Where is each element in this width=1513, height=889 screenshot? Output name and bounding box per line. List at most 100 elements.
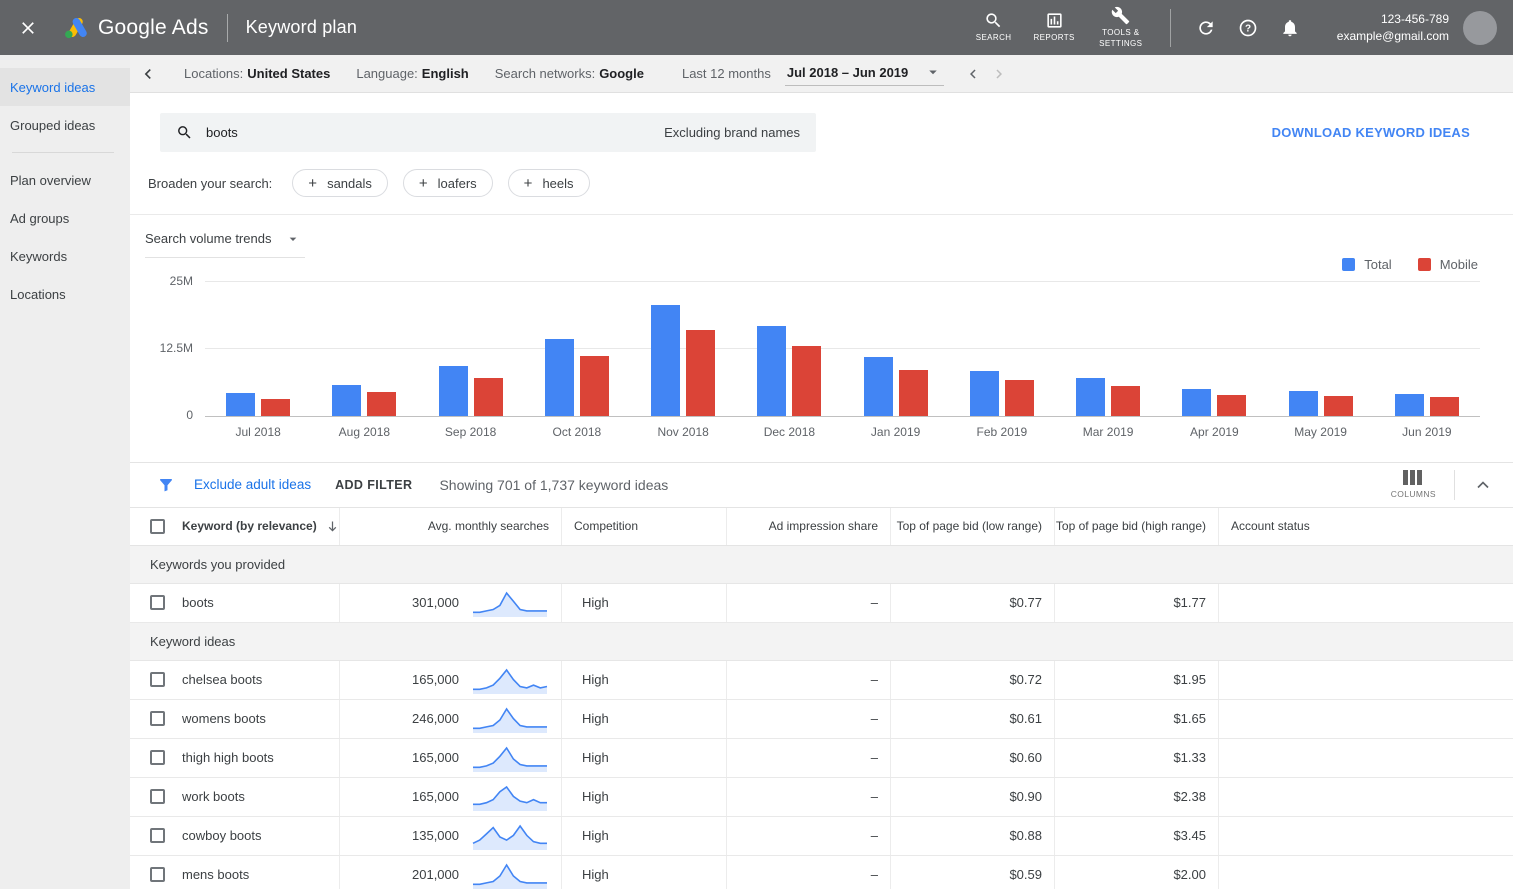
column-header-account-status[interactable]: Account status: [1219, 508, 1513, 545]
notifications-bell-icon[interactable]: [1280, 18, 1300, 38]
row-checkbox[interactable]: [150, 750, 165, 765]
avg-monthly-searches-cell: 165,000: [340, 660, 562, 699]
keyword-search-input[interactable]: boots Excluding brand names: [160, 113, 816, 152]
x-axis-tick: Jan 2019: [870, 424, 921, 439]
columns-label: COLUMNS: [1390, 489, 1436, 499]
date-range-dropdown[interactable]: Jul 2018 – Jun 2019: [784, 61, 945, 86]
bar-pair: [1182, 281, 1247, 416]
tools-nav-button[interactable]: TOOLS & SETTINGS: [1097, 6, 1145, 49]
keyword-text: chelsea boots: [182, 672, 263, 687]
sidebar-item-keyword-ideas[interactable]: Keyword ideas: [0, 68, 130, 106]
table-section-keyword-ideas: Keyword ideas: [130, 622, 1513, 661]
ad-impression-share-cell: –: [727, 660, 891, 699]
column-header-avg-monthly-searches[interactable]: Avg. monthly searches: [340, 507, 562, 545]
help-icon[interactable]: ?: [1238, 18, 1258, 38]
date-pager: [960, 65, 1012, 83]
legend-label: Total: [1364, 257, 1392, 272]
reports-nav-button[interactable]: REPORTS: [1033, 11, 1074, 43]
broaden-chip-heels[interactable]: + heels: [507, 169, 590, 197]
sidebar-item-keywords[interactable]: Keywords: [0, 237, 130, 275]
download-keyword-ideas-button[interactable]: DOWNLOAD KEYWORD IDEAS: [1272, 125, 1470, 140]
x-axis-tick: Jun 2019: [1402, 424, 1452, 439]
chart-legend: Total Mobile: [1316, 257, 1478, 272]
top-bid-low-cell: $0.59: [891, 855, 1055, 889]
avg-monthly-searches-value: 165,000: [412, 750, 459, 765]
select-all-checkbox[interactable]: [150, 518, 165, 534]
search-volume-trends-section: Search volume trends Total Mobile 25M 12.5…: [130, 215, 1513, 439]
row-checkbox[interactable]: [150, 867, 165, 882]
table-row-chelsea-boots: chelsea boots 165,000 High – $0.72 $1.95: [130, 660, 1513, 700]
top-bid-low-cell: $0.72: [891, 660, 1055, 699]
plus-icon: +: [418, 174, 428, 192]
bar-mobile: [579, 355, 609, 416]
chart-title-dropdown[interactable]: Search volume trends: [145, 231, 306, 258]
sidebar-item-ad-groups[interactable]: Ad groups: [0, 199, 130, 237]
column-header-top-of-page-bid-high-range[interactable]: Top of page bid (high range): [1055, 507, 1219, 545]
row-checkbox[interactable]: [150, 789, 165, 804]
chip-label: heels: [542, 175, 574, 191]
bar-pair: [226, 281, 291, 416]
row-checkbox[interactable]: [150, 672, 165, 687]
networks-setting[interactable]: Search networks: Google: [495, 66, 644, 81]
x-axis-tick: Oct 2018: [552, 424, 602, 439]
sidebar-item-grouped-ideas[interactable]: Grouped ideas: [0, 106, 130, 144]
top-bid-high-cell: $3.45: [1055, 816, 1219, 855]
close-icon[interactable]: [18, 18, 38, 38]
x-axis-tick: Jul 2018: [235, 424, 281, 439]
refresh-icon[interactable]: [1196, 18, 1216, 38]
ad-impression-share-cell: –: [727, 777, 891, 816]
chart-month-mar-2019: Mar 2019: [1076, 281, 1141, 439]
legend-label: Mobile: [1439, 257, 1478, 272]
column-header-ad-impression-share[interactable]: Ad impression share: [727, 507, 891, 545]
collapse-panel-icon[interactable]: [138, 64, 158, 84]
collapse-table-icon[interactable]: [1473, 475, 1493, 495]
language-setting[interactable]: Language: English: [356, 66, 468, 81]
ad-impression-share-cell: –: [727, 738, 891, 777]
keyword-text: work boots: [182, 789, 245, 804]
column-header-keyword-by-relevance[interactable]: Keyword (by relevance): [130, 507, 340, 545]
search-nav-label: SEARCH: [975, 33, 1012, 43]
x-axis-tick: May 2019: [1294, 424, 1347, 439]
next-period-icon[interactable]: [990, 65, 1008, 83]
sidebar-item-locations[interactable]: Locations: [0, 275, 130, 313]
chevron-down-icon: [929, 70, 938, 75]
avg-monthly-searches-value: 165,000: [412, 672, 459, 687]
sparkline-chart: [473, 707, 547, 733]
bar-total: [438, 365, 468, 416]
account-status-cell: [1219, 661, 1513, 699]
account-status-cell: [1219, 778, 1513, 816]
search-nav-button[interactable]: SEARCH: [976, 11, 1012, 43]
broaden-search-row: Broaden your search: + sandals + loafers + he…: [130, 169, 1513, 215]
x-axis-tick: Dec 2018: [763, 424, 816, 439]
topbar-nav: SEARCH REPORTS TOOLS & SETTINGS: [965, 6, 1156, 49]
sidebar: Keyword ideas Grouped ideas Plan overview A…: [0, 55, 130, 889]
column-header-top-of-page-bid-low-range[interactable]: Top of page bid (low range): [891, 507, 1055, 545]
table-header-row: Keyword (by relevance) Avg. monthly searc…: [130, 507, 1513, 546]
keyword-text: thigh high boots: [182, 750, 274, 765]
table-row-work-boots: work boots 165,000 High – $0.90 $2.38: [130, 777, 1513, 817]
showing-count-text: Showing 701 of 1,737 keyword ideas: [439, 476, 669, 493]
bar-pair: [332, 281, 397, 416]
broaden-chip-sandals[interactable]: + sandals: [292, 169, 388, 197]
bar-total: [226, 392, 256, 416]
x-axis-tick: Apr 2019: [1190, 424, 1239, 439]
bar-total: [332, 384, 362, 416]
columns-button[interactable]: COLUMNS: [1391, 470, 1436, 499]
broaden-chip-loafers[interactable]: + loafers: [402, 169, 493, 197]
chart-month-sep-2018: Sep 2018: [438, 281, 503, 439]
locations-setting[interactable]: Locations: United States: [184, 66, 330, 81]
add-filter-button[interactable]: ADD FILTER: [335, 478, 412, 492]
account-email: example@gmail.com: [1336, 28, 1449, 43]
exclude-adult-ideas-link[interactable]: Exclude adult ideas: [194, 477, 311, 492]
column-header-competition[interactable]: Competition: [562, 507, 727, 545]
avatar[interactable]: [1463, 10, 1497, 45]
row-checkbox[interactable]: [150, 711, 165, 726]
row-checkbox[interactable]: [150, 595, 165, 610]
period-label: Last 12 months: [681, 66, 771, 81]
previous-period-icon[interactable]: [964, 65, 982, 83]
y-axis-tick: 12.5M: [159, 341, 193, 355]
sidebar-item-plan-overview[interactable]: Plan overview: [0, 161, 130, 199]
row-checkbox[interactable]: [150, 828, 165, 843]
table-row-boots: boots 301,000 High – $0.77 $1.77: [130, 583, 1513, 623]
bar-total: [969, 370, 999, 416]
